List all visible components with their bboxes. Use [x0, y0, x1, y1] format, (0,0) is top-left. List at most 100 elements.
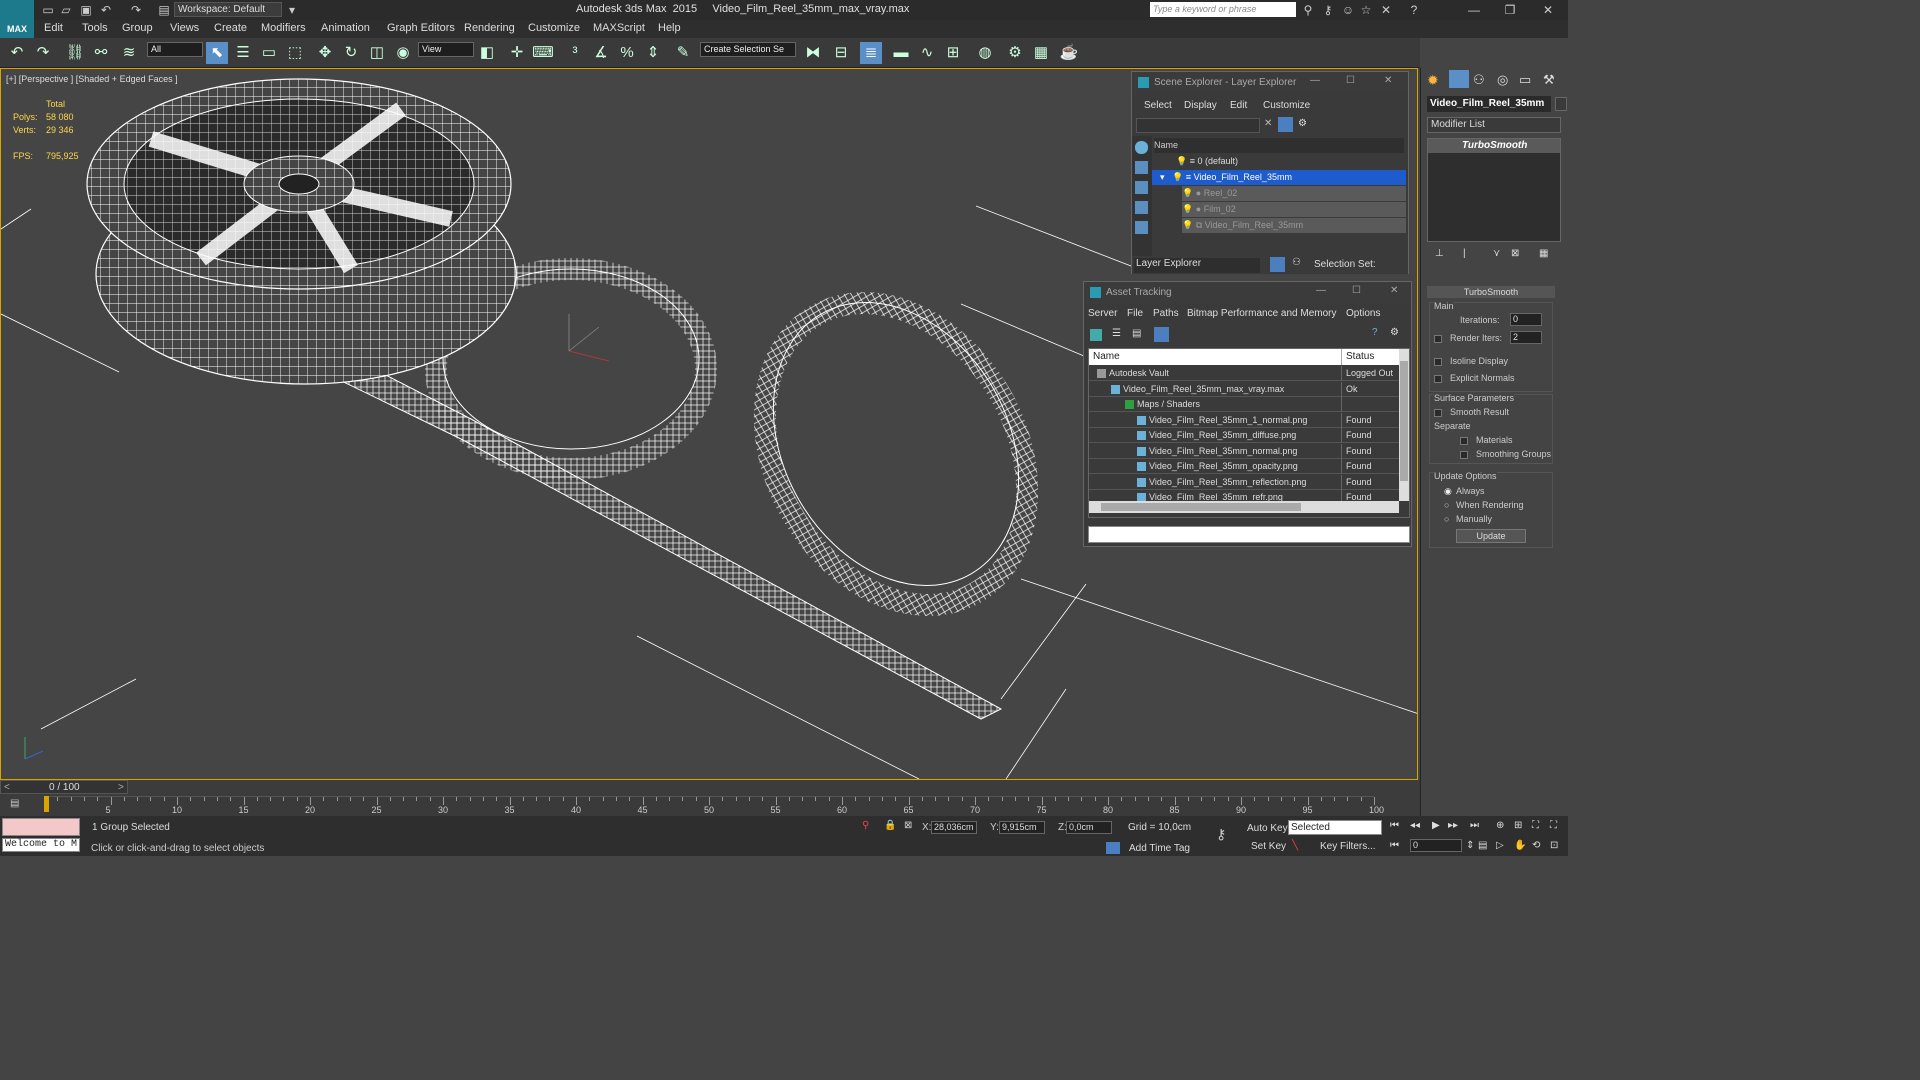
- undo-icon[interactable]: ↶: [98, 2, 114, 18]
- filter-icon[interactable]: [1278, 117, 1293, 132]
- pin-stack-icon[interactable]: ⊥: [1435, 248, 1444, 259]
- horizontal-scrollbar[interactable]: [1089, 501, 1399, 513]
- menu-create[interactable]: Create: [214, 22, 247, 34]
- toggle-ribbon-icon[interactable]: ▬: [890, 42, 912, 64]
- smooth-result-checkbox[interactable]: [1434, 407, 1446, 417]
- previous-frame-icon[interactable]: ◂◂: [1410, 820, 1420, 831]
- utilities-tab-icon[interactable]: ⚒: [1543, 72, 1555, 88]
- maxscript-listener[interactable]: [2, 818, 80, 836]
- when-rendering-radio[interactable]: ○: [1444, 500, 1449, 510]
- field-of-view-icon[interactable]: ▷: [1496, 840, 1504, 851]
- render-production-icon[interactable]: ☕: [1058, 42, 1080, 64]
- display-cameras-icon[interactable]: [1135, 221, 1148, 234]
- key-filters-button[interactable]: Key Filters...: [1320, 841, 1376, 852]
- select-by-name-icon[interactable]: ☰: [232, 42, 254, 64]
- save-icon[interactable]: ▣: [78, 2, 94, 18]
- close-icon[interactable]: ✕: [1390, 285, 1398, 296]
- material-editor-icon[interactable]: ◍: [974, 42, 996, 64]
- reference-coordinate-dropdown[interactable]: View: [418, 42, 474, 57]
- at-menu-options[interactable]: Options: [1346, 308, 1380, 319]
- open-file-icon[interactable]: ▱: [58, 2, 74, 18]
- go-to-end-icon[interactable]: ⏭: [1470, 820, 1479, 831]
- materials-checkbox[interactable]: [1460, 435, 1472, 445]
- align-icon[interactable]: ⊟: [830, 42, 852, 64]
- next-frame-icon[interactable]: >: [118, 782, 124, 793]
- x-coordinate-field[interactable]: 28,036cm: [931, 821, 977, 834]
- frame-spinner-icon[interactable]: ⇕: [1466, 840, 1474, 851]
- go-to-start-icon[interactable]: ⏮: [1390, 820, 1399, 831]
- layer-explorer-icon[interactable]: ≣: [860, 42, 882, 64]
- create-tab-icon[interactable]: ✹: [1427, 72, 1439, 89]
- isolate-selection-icon[interactable]: ⚲: [862, 820, 869, 831]
- minimize-icon[interactable]: —: [1316, 285, 1326, 296]
- grid-view-icon[interactable]: [1154, 327, 1169, 342]
- settings-icon[interactable]: ⚙: [1390, 327, 1399, 338]
- angle-snap-icon[interactable]: ∡: [590, 42, 612, 64]
- absolute-mode-icon[interactable]: ⊠: [904, 820, 912, 831]
- asset-row[interactable]: Video_Film_Reel_35mm_diffuse.png Found: [1089, 428, 1399, 443]
- key-mode-toggle-icon[interactable]: ⏮: [1390, 840, 1399, 851]
- tree-row-group[interactable]: 💡 ⧉ Video_Film_Reel_35mm: [1182, 218, 1406, 233]
- pan-view-icon[interactable]: ✋: [1514, 840, 1526, 851]
- light-bulb-icon[interactable]: 💡: [1172, 172, 1183, 182]
- redo-icon[interactable]: ↷: [128, 2, 144, 18]
- update-button[interactable]: Update: [1456, 529, 1526, 543]
- key-icon[interactable]: ⚷: [1320, 2, 1336, 18]
- menu-edit[interactable]: Edit: [44, 22, 63, 34]
- y-coordinate-field[interactable]: 9,915cm: [999, 821, 1045, 834]
- isoline-display-checkbox[interactable]: [1434, 356, 1446, 366]
- asset-row[interactable]: Video_Film_Reel_35mm_max_vray.max Ok: [1089, 381, 1399, 397]
- orbit-icon[interactable]: ⟲: [1532, 840, 1540, 851]
- iterations-spinner[interactable]: 0: [1510, 313, 1542, 326]
- keyboard-shortcut-icon[interactable]: ⌨: [532, 42, 554, 64]
- asset-row[interactable]: Video_Film_Reel_35mm_reflection.png Found: [1089, 474, 1399, 490]
- help-icon[interactable]: ?: [1372, 327, 1378, 338]
- explicit-normals-checkbox[interactable]: [1434, 373, 1446, 383]
- asset-row[interactable]: Video_Film_Reel_35mm_1_normal.png Found: [1089, 412, 1399, 428]
- restore-icon[interactable]: ❐: [1502, 2, 1518, 18]
- spinner-snap-icon[interactable]: ⇕: [642, 42, 664, 64]
- set-key-icon[interactable]: ╲: [1292, 840, 1298, 851]
- asset-row[interactable]: Autodesk Vault Logged Out: [1089, 366, 1399, 381]
- menu-modifiers[interactable]: Modifiers: [261, 22, 306, 34]
- mini-curve-editor-icon[interactable]: ▤: [10, 798, 19, 809]
- menu-graph-editors[interactable]: Graph Editors: [387, 22, 455, 34]
- app-logo[interactable]: MAX: [0, 0, 34, 40]
- expand-icon[interactable]: ▾: [1160, 172, 1165, 182]
- light-bulb-icon[interactable]: 💡: [1182, 220, 1193, 230]
- redo-icon[interactable]: ↷: [32, 42, 54, 64]
- asset-row[interactable]: Video_Film_Reel_35mm_opacity.png Found: [1089, 459, 1399, 474]
- chevron-down-icon[interactable]: ▾: [284, 2, 300, 18]
- help-icon[interactable]: ?: [1406, 2, 1422, 18]
- unlink-icon[interactable]: ⚯: [90, 42, 112, 64]
- curve-editor-icon[interactable]: ∿: [916, 42, 938, 64]
- move-icon[interactable]: ✥: [314, 42, 336, 64]
- menu-help[interactable]: Help: [658, 22, 681, 34]
- viewport-label[interactable]: [+] [Perspective ] [Shaded + Edged Faces…: [6, 74, 178, 84]
- light-bulb-icon[interactable]: 💡: [1182, 204, 1193, 214]
- next-frame-icon[interactable]: ▸▸: [1448, 820, 1458, 831]
- place-icon[interactable]: ◉: [392, 42, 414, 64]
- zoom-extents-icon[interactable]: ⛶: [1532, 820, 1539, 831]
- make-unique-icon[interactable]: ⋎: [1493, 248, 1500, 259]
- track-bar[interactable]: 5 10 15 20 25 30 35 40 45 50 55 60 65 70 75 80 85 90 95 100: [44, 796, 1384, 816]
- light-bulb-icon[interactable]: 💡: [1182, 188, 1193, 198]
- object-name-field[interactable]: Video_Film_Reel_35mm: [1427, 96, 1551, 112]
- se-menu-edit[interactable]: Edit: [1230, 100, 1247, 111]
- menu-customize[interactable]: Customize: [528, 22, 580, 34]
- minimize-icon[interactable]: —: [1466, 2, 1482, 18]
- rectangular-selection-icon[interactable]: ▭: [258, 42, 280, 64]
- asset-tracking-title[interactable]: Asset Tracking: [1084, 282, 1411, 304]
- project-icon[interactable]: ▤: [156, 2, 172, 18]
- menu-tools[interactable]: Tools: [82, 22, 108, 34]
- display-tab-icon[interactable]: ▭: [1519, 72, 1531, 88]
- modifier-list-dropdown[interactable]: Modifier List: [1427, 117, 1561, 133]
- smoothing-groups-checkbox[interactable]: [1460, 449, 1472, 459]
- name-column-header[interactable]: Name: [1093, 351, 1120, 362]
- layer-toolbar-icon[interactable]: [1270, 257, 1285, 272]
- se-menu-select[interactable]: Select: [1144, 100, 1172, 111]
- show-end-result-icon[interactable]: |: [1463, 248, 1466, 259]
- se-search-field[interactable]: [1136, 118, 1260, 133]
- selection-filter-dropdown[interactable]: All: [147, 42, 203, 57]
- hierarchy-icon[interactable]: ⚇: [1292, 257, 1301, 268]
